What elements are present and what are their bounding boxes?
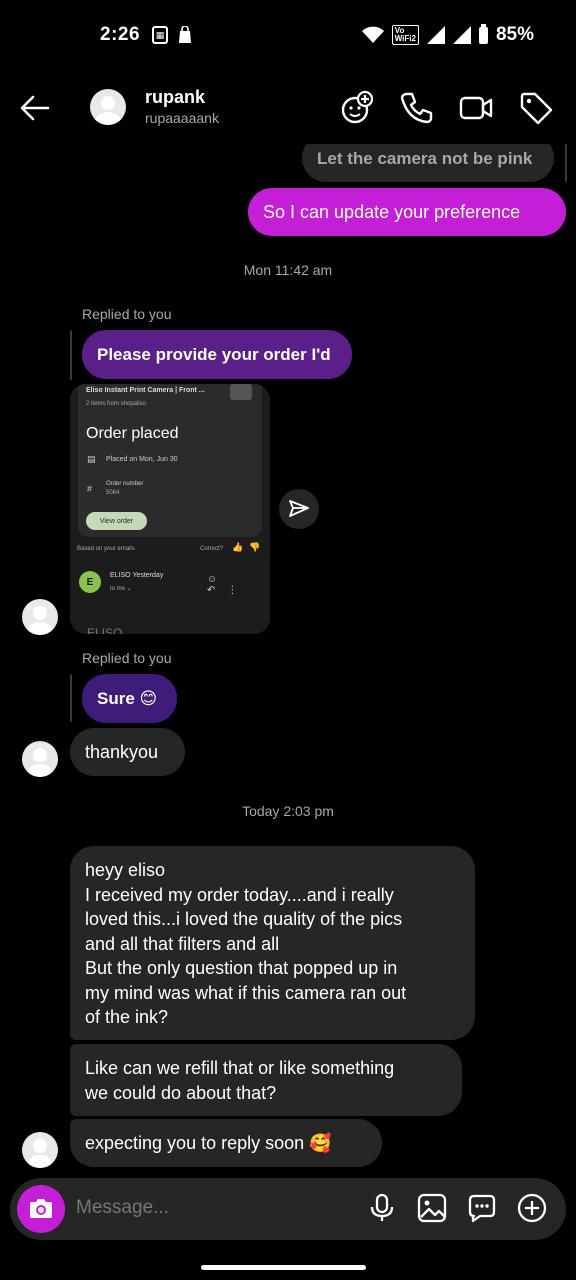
sim-icon: ▦	[152, 26, 168, 44]
message-thread[interactable]: Let the camera not be pink So I can upda…	[0, 144, 576, 1174]
send-icon	[289, 500, 309, 517]
thumbs-icons: 👍👎	[232, 542, 267, 552]
reply-bar	[565, 144, 567, 182]
add-icon[interactable]	[516, 1192, 548, 1224]
product-thumbnail	[230, 384, 252, 400]
share-button[interactable]	[279, 489, 319, 529]
sent-message-partial[interactable]: Let the camera not be pink	[302, 144, 554, 182]
timestamp: Mon 11:42 am	[243, 262, 333, 278]
home-indicator[interactable]	[201, 1265, 366, 1270]
screenshot-attachment[interactable]: Eliso Instant Print Camera | Front ... 2…	[70, 384, 270, 634]
reply-bar	[70, 674, 72, 722]
timestamp: Today 2:03 pm	[242, 803, 334, 819]
received-message[interactable]: expecting you to reply soon 🥰	[70, 1119, 382, 1167]
signal-icon	[426, 26, 445, 44]
gallery-icon[interactable]	[416, 1192, 448, 1224]
tag-icon[interactable]	[518, 90, 554, 126]
hash-icon: #	[87, 484, 93, 494]
back-arrow-icon[interactable]	[18, 92, 52, 124]
status-time: 2:26	[100, 24, 141, 45]
wifi-icon	[361, 26, 384, 43]
sticker-message-icon[interactable]	[466, 1192, 498, 1224]
video-call-icon[interactable]	[458, 90, 494, 126]
message-input[interactable]	[76, 1197, 356, 1219]
received-message[interactable]: heyy eliso I received my order today....…	[70, 846, 475, 1040]
add-sticker-icon[interactable]	[339, 90, 375, 126]
phone-icon[interactable]	[398, 90, 434, 126]
screenshot-order-card: Eliso Instant Print Camera | Front ... 2…	[78, 384, 262, 537]
contact-name[interactable]: rupank	[145, 87, 205, 108]
view-order-button: View order	[86, 512, 147, 530]
volte-icon: Vo WiFi2	[391, 25, 419, 45]
signal-icon-2	[452, 26, 471, 44]
camera-button[interactable]	[17, 1185, 65, 1233]
replied-label: Replied to you	[82, 650, 172, 666]
microphone-icon[interactable]	[366, 1192, 398, 1224]
contact-avatar[interactable]	[90, 89, 126, 125]
chat-header: rupank rupaaaaank	[0, 72, 576, 144]
sender-avatar[interactable]	[22, 599, 58, 635]
status-bar: 2:26 ▦ Vo WiFi2 85%	[0, 0, 576, 72]
reply-bar	[70, 330, 72, 380]
reply-quote[interactable]: Sure 😊	[82, 674, 177, 723]
received-message[interactable]: Like can we refill that or like somethin…	[70, 1044, 462, 1116]
sender-avatar[interactable]	[22, 741, 58, 777]
camera-icon	[30, 1199, 52, 1218]
sender-avatar[interactable]	[22, 1132, 58, 1168]
contact-username[interactable]: rupaaaaank	[145, 110, 219, 126]
message-composer	[10, 1178, 566, 1240]
calendar-icon: ▤	[87, 454, 96, 464]
battery-icon	[478, 23, 488, 44]
reply-quote[interactable]: Please provide your order I'd	[82, 330, 352, 379]
replied-label: Replied to you	[82, 306, 172, 322]
sender-avatar: E	[79, 571, 101, 593]
received-message[interactable]: thankyou	[70, 728, 185, 776]
email-action-icons: ☺↶⋮	[207, 574, 250, 596]
battery-level: 85%	[495, 24, 534, 45]
shopping-bag-icon	[179, 26, 191, 43]
sent-message[interactable]: So I can update your preference	[248, 188, 566, 236]
